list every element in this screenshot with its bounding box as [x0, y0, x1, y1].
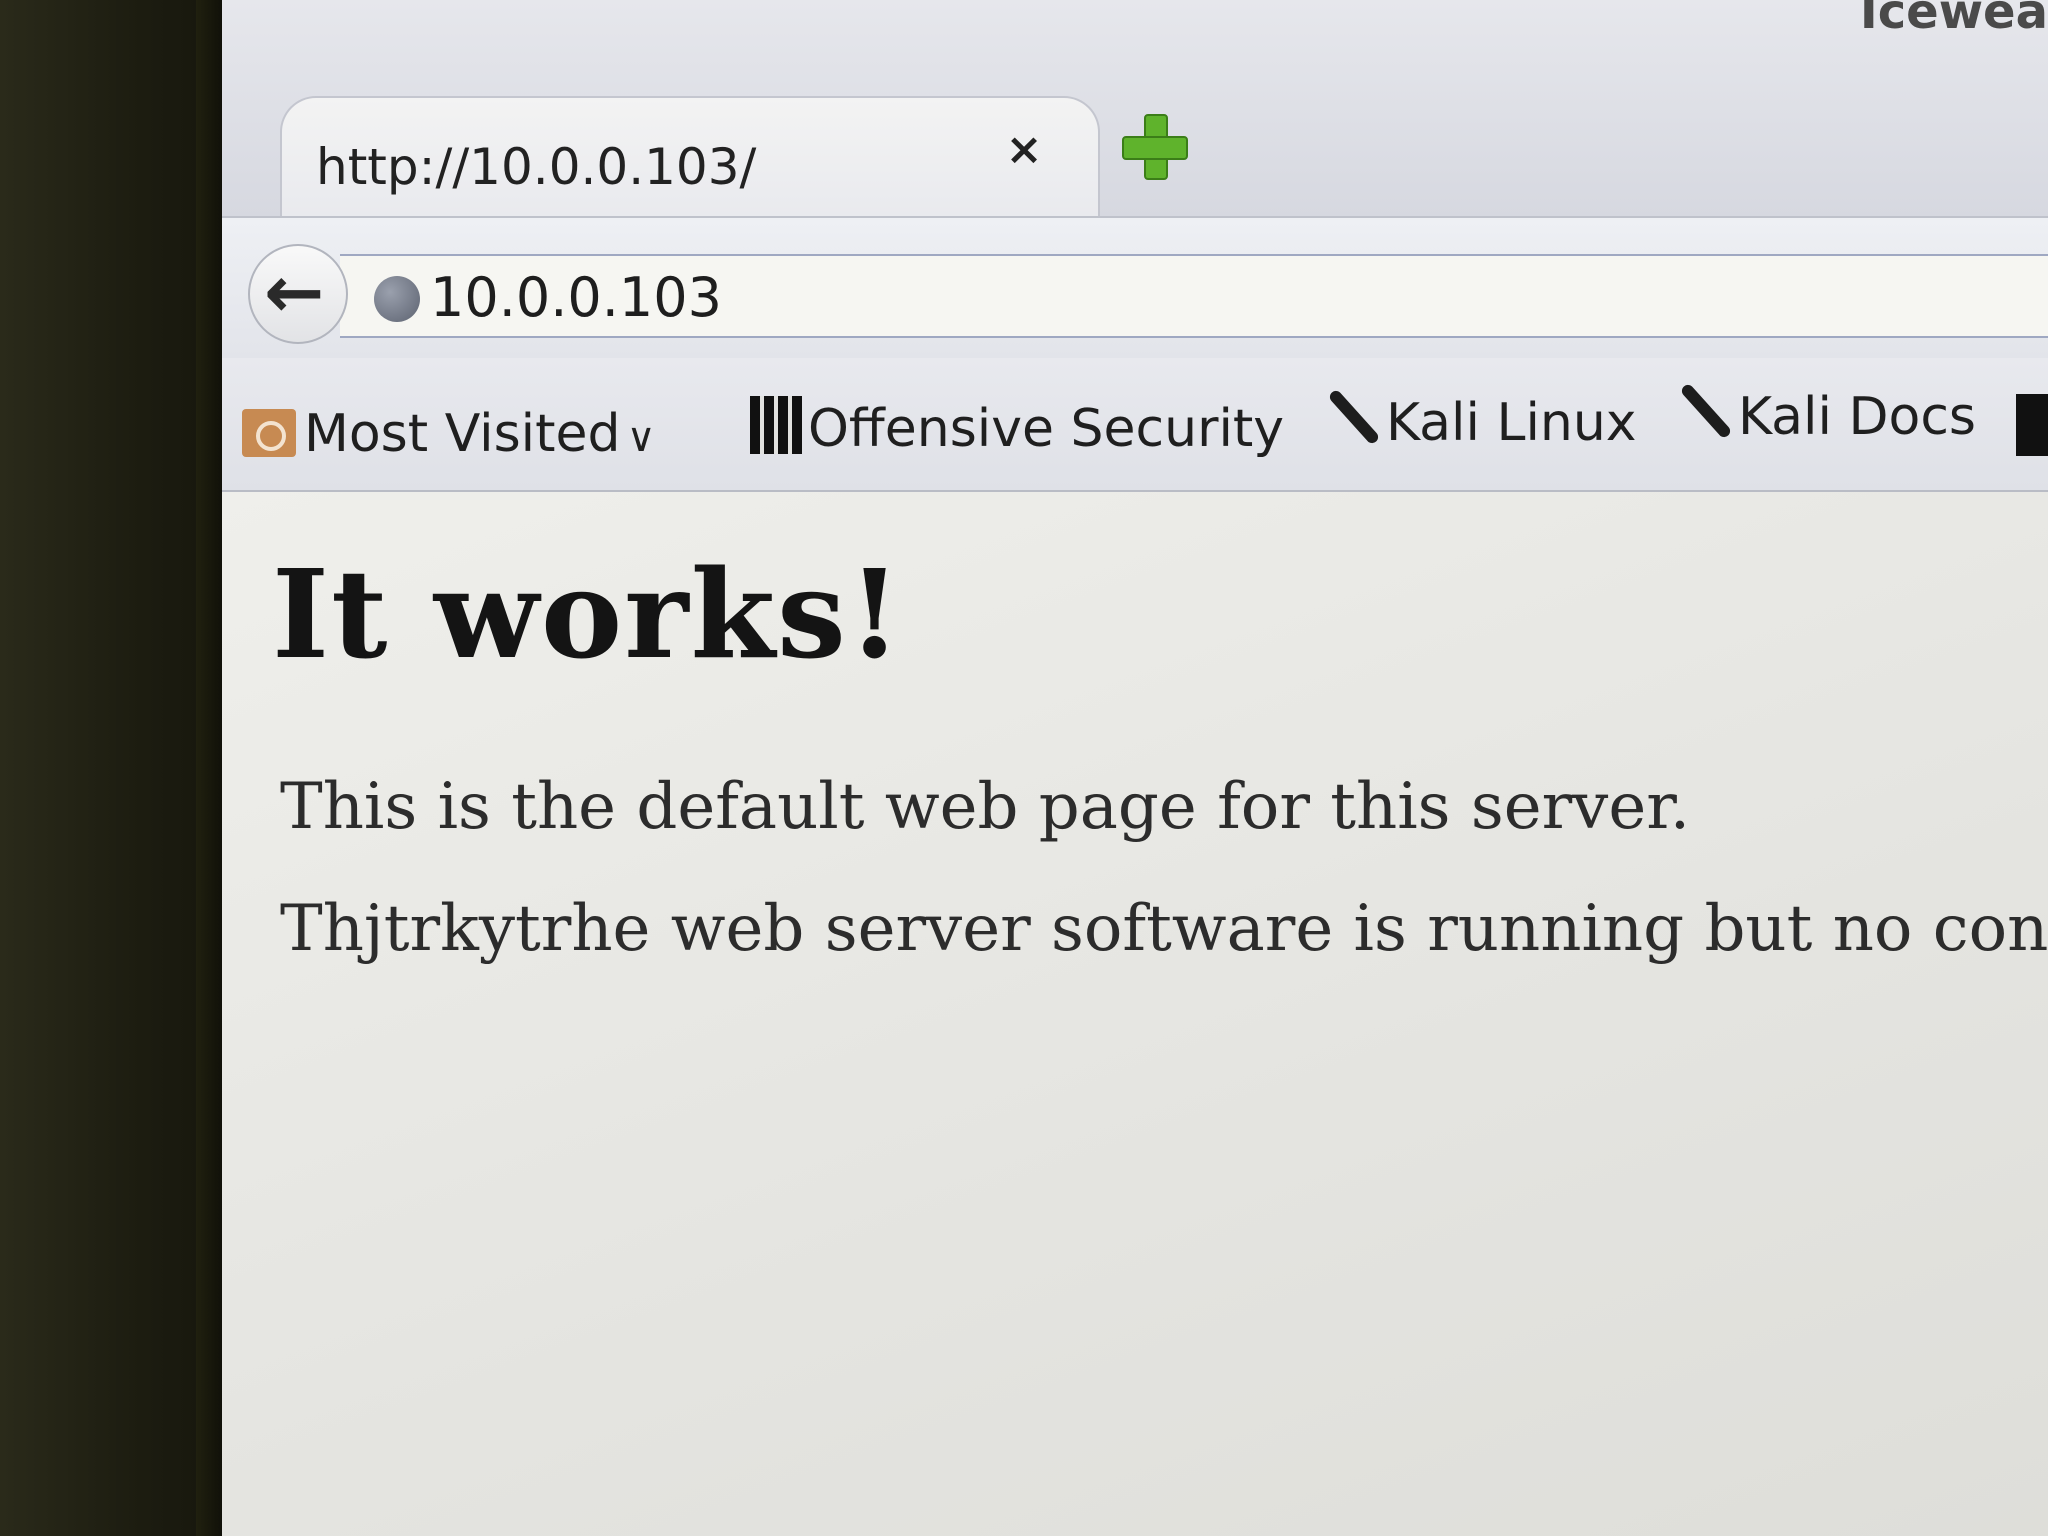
page-heading: It works!: [272, 542, 904, 686]
tab-close-icon[interactable]: ×: [1002, 128, 1046, 172]
url-bar[interactable]: 10.0.0.103: [340, 254, 2048, 338]
bookmark-kali-docs[interactable]: Kali Docs: [1674, 382, 1976, 447]
bookmark-label: Kali Linux: [1386, 393, 1637, 453]
page-paragraph: Thjtrkytrhe web server software is runni…: [280, 892, 2048, 966]
bookmarks-toolbar: Most Visited ∨ Offensive Security Kali Li…: [222, 358, 2048, 492]
page-paragraph: This is the default web page for this se…: [280, 770, 1691, 844]
bookmark-offensive-security[interactable]: Offensive Security: [750, 396, 1284, 459]
kali-dragon-icon: [1674, 382, 1732, 440]
offsec-icon: [750, 396, 802, 454]
globe-icon: [374, 276, 420, 322]
tab-active[interactable]: http://10.0.0.103/: [280, 96, 1100, 216]
back-arrow-icon: ←: [264, 250, 325, 334]
bookmark-label: Offensive Security: [808, 399, 1285, 459]
bookmark-label: Kali Docs: [1738, 387, 1977, 447]
back-button[interactable]: ←: [248, 244, 348, 344]
tab-title: http://10.0.0.103/: [316, 138, 757, 196]
bookmark-label: Most Visited: [304, 404, 621, 464]
chevron-down-icon: ∨: [626, 415, 656, 461]
bookmark-kali-linux[interactable]: Kali Linux: [1322, 388, 1637, 453]
browser-window: Icewea http://10.0.0.103/ × 10.0.0.103 ←…: [222, 0, 2048, 1536]
folder-icon: [242, 409, 296, 457]
tab-strip: Icewea http://10.0.0.103/ ×: [222, 0, 2048, 220]
bookmark-overflow-icon[interactable]: [2016, 394, 2048, 456]
page-content: It works! This is the default web page f…: [222, 492, 2048, 1536]
navigation-bar: 10.0.0.103 ←: [222, 216, 2048, 360]
url-text[interactable]: 10.0.0.103: [430, 266, 722, 329]
window-title: Icewea: [1859, 0, 2048, 40]
new-tab-plus-icon[interactable]: [1122, 114, 1188, 180]
bookmark-most-visited[interactable]: Most Visited ∨: [242, 404, 656, 464]
kali-dragon-icon: [1322, 388, 1380, 446]
